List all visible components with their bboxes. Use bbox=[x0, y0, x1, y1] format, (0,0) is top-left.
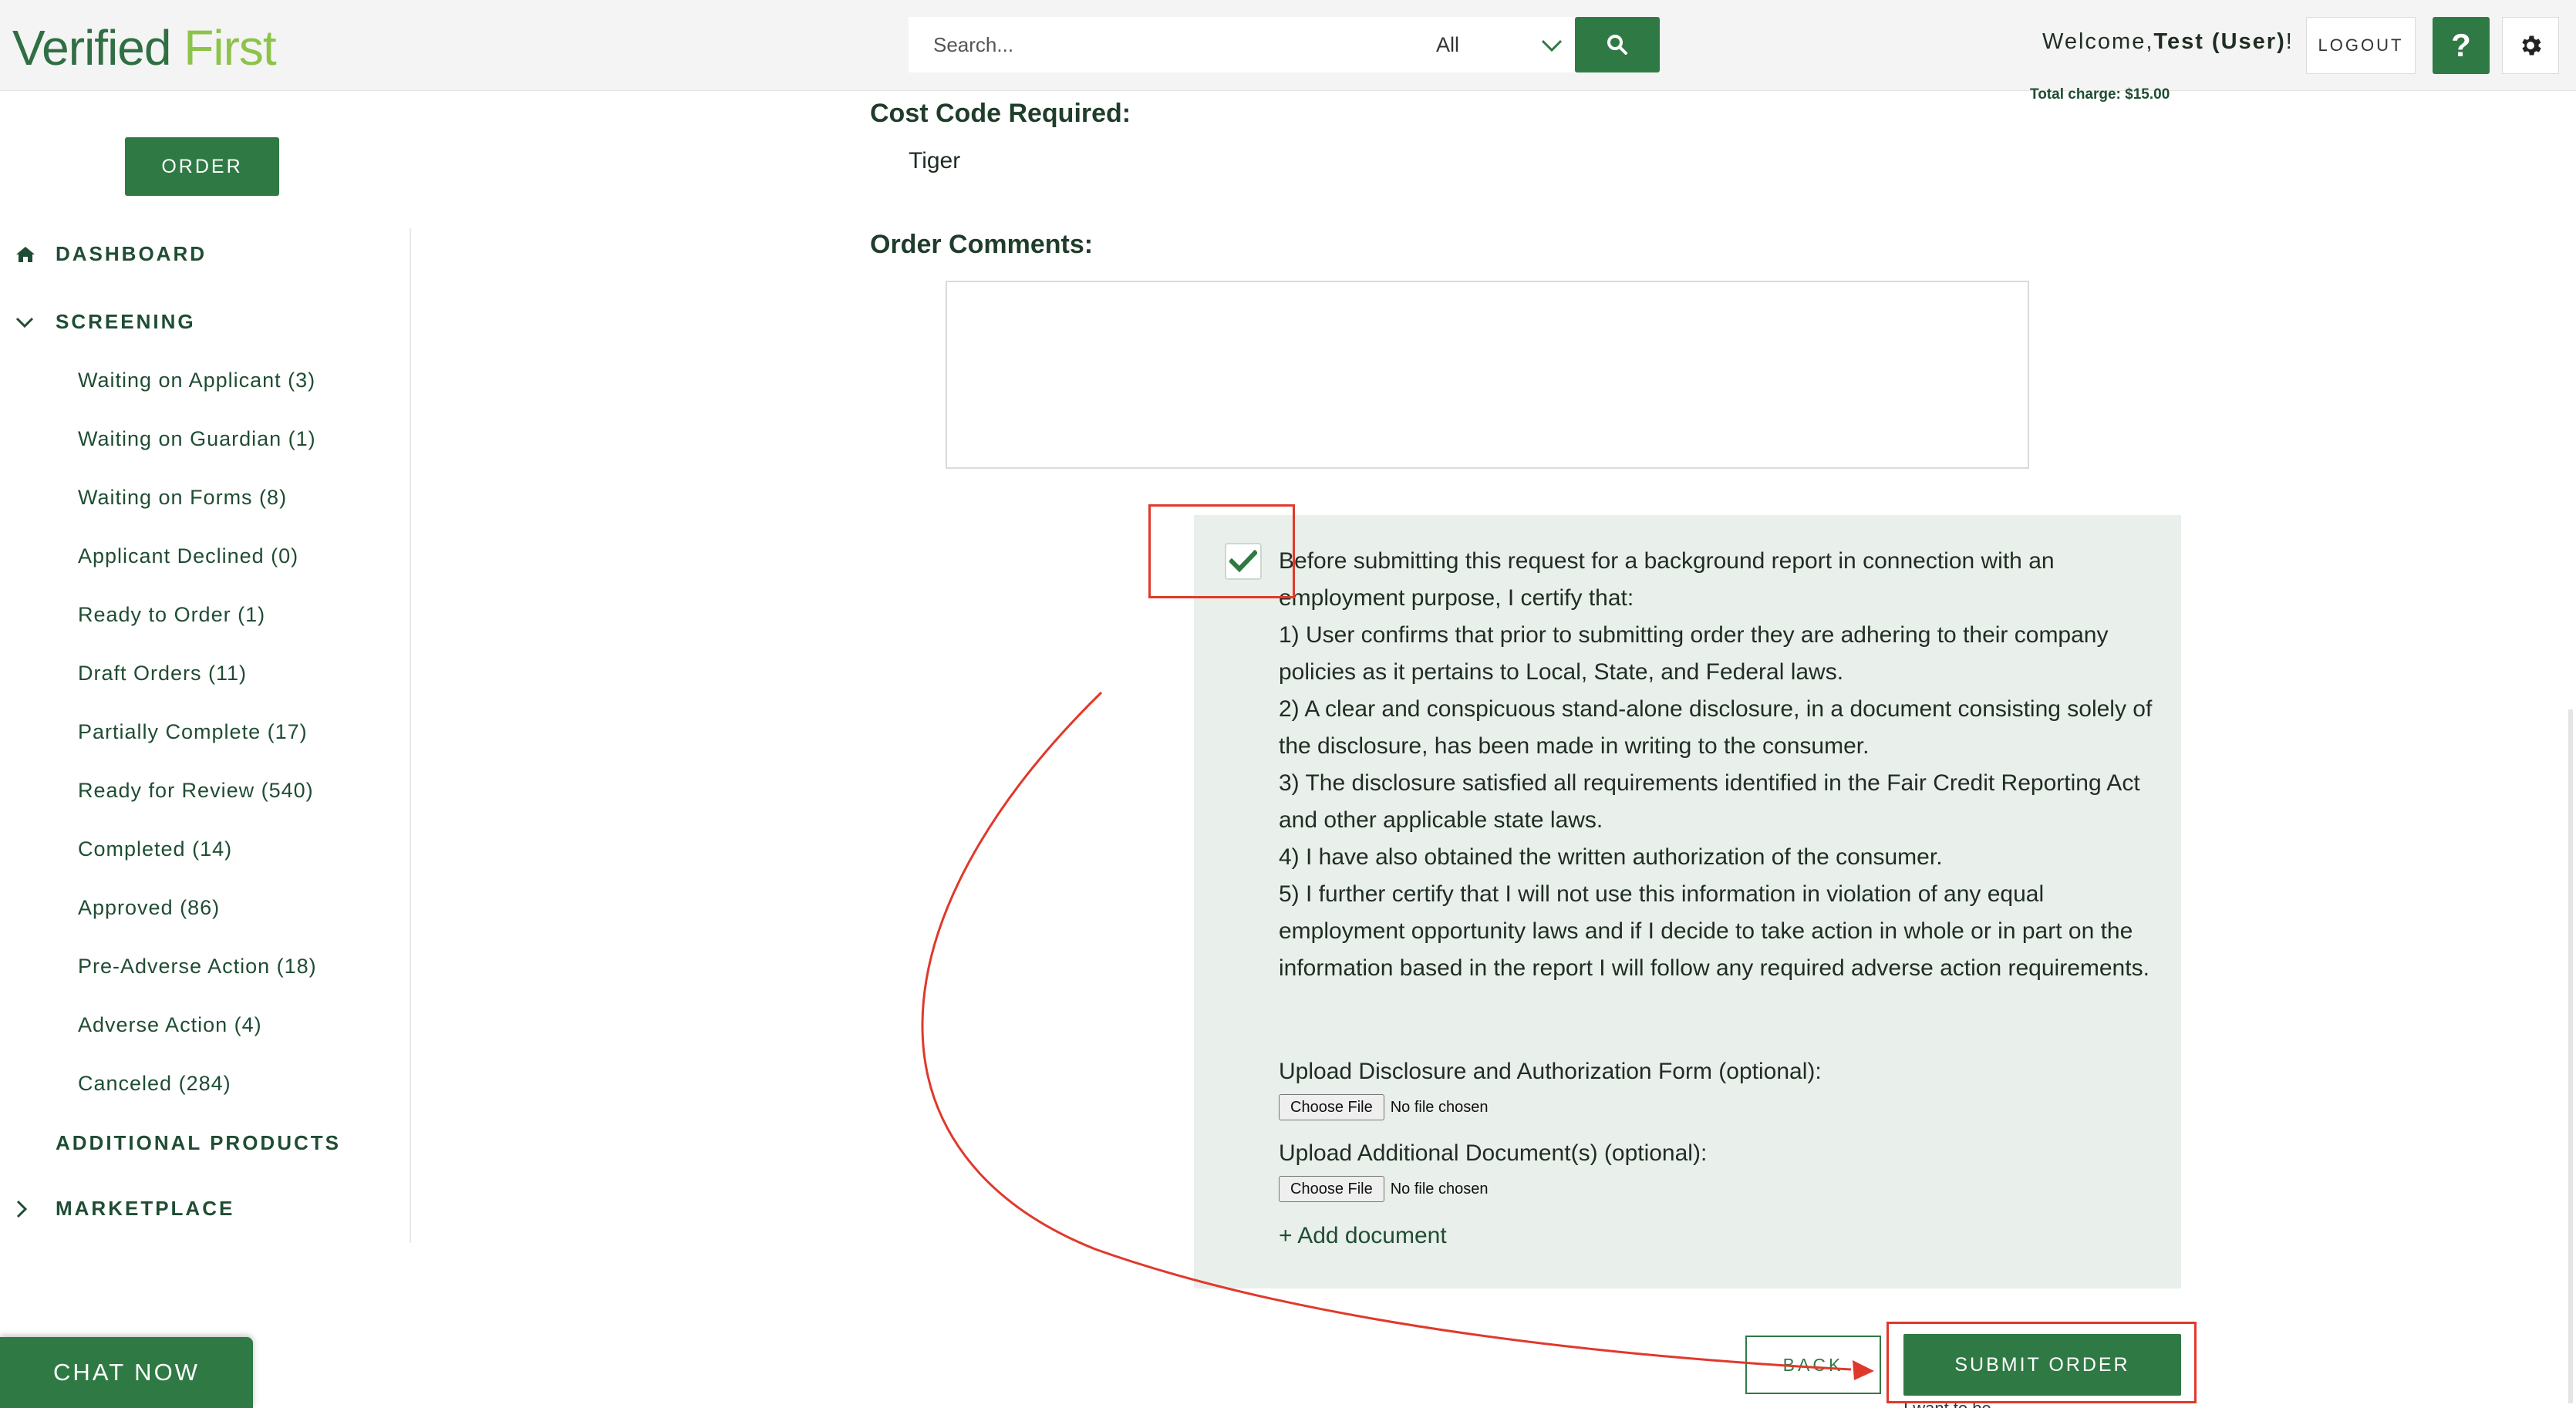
annotation-arrow bbox=[921, 691, 1874, 1380]
